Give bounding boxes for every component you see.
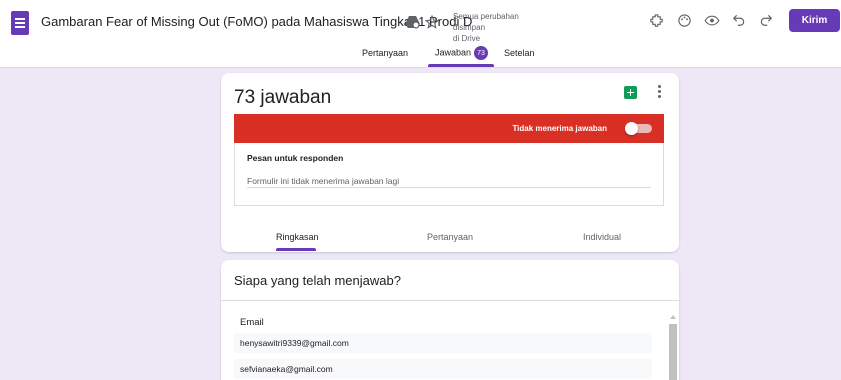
palette-icon[interactable] [674, 10, 694, 30]
send-button[interactable]: Kirim [789, 9, 840, 32]
respondent-message-input[interactable] [247, 174, 651, 188]
save-status: Semua perubahan disimpan di Drive [453, 12, 519, 43]
active-tab-indicator [428, 64, 494, 67]
tab-questions[interactable]: Pertanyaan [362, 48, 408, 58]
sheets-icon[interactable] [624, 86, 637, 99]
email-column-header: Email [240, 317, 264, 328]
responses-card: 73 jawaban Tidak menerima jawaban Pesan … [221, 73, 679, 252]
divider [221, 300, 679, 301]
preview-icon[interactable] [702, 10, 722, 30]
responses-count: 73 jawaban [234, 87, 332, 108]
summary-tab-indicator [276, 248, 316, 251]
forms-icon[interactable] [11, 11, 29, 35]
accepting-responses-label: Tidak menerima jawaban [512, 124, 607, 133]
addon-icon[interactable] [646, 10, 666, 30]
respondents-card: Siapa yang telah menjawab? Email henysaw… [221, 260, 679, 380]
tab-responses-label: Jawaban [435, 47, 472, 58]
shared-drive-icon[interactable] [402, 12, 422, 32]
scrollbar-thumb[interactable] [669, 324, 677, 380]
respondent-message-box: Pesan untuk responden [234, 143, 664, 206]
tab-responses[interactable]: Jawaban 73 [435, 46, 489, 60]
tab-individual[interactable]: Individual [583, 232, 621, 242]
list-item: sefvianaeka@gmail.com [234, 359, 652, 379]
scroll-up-arrow[interactable] [670, 315, 676, 319]
star-icon[interactable] [422, 12, 442, 32]
redo-icon[interactable] [756, 10, 776, 30]
list-item: henysawitri9339@gmail.com [234, 333, 652, 353]
not-accepting-banner: Tidak menerima jawaban [234, 114, 664, 143]
toggle-knob[interactable] [625, 122, 638, 135]
tab-settings[interactable]: Setelan [504, 48, 535, 58]
respondents-title: Siapa yang telah menjawab? [234, 273, 401, 288]
scrollbar[interactable] [669, 311, 677, 380]
respondent-message-label: Pesan untuk responden [247, 153, 344, 163]
tab-question-view[interactable]: Pertanyaan [427, 232, 473, 242]
more-icon[interactable] [658, 85, 662, 99]
main-tabs: Pertanyaan Jawaban 73 Setelan [0, 44, 841, 68]
undo-icon[interactable] [729, 10, 749, 30]
tab-summary[interactable]: Ringkasan [276, 232, 319, 242]
top-bar: Gambaran Fear of Missing Out (FoMO) pada… [0, 0, 841, 68]
response-count-badge: 73 [474, 46, 489, 60]
